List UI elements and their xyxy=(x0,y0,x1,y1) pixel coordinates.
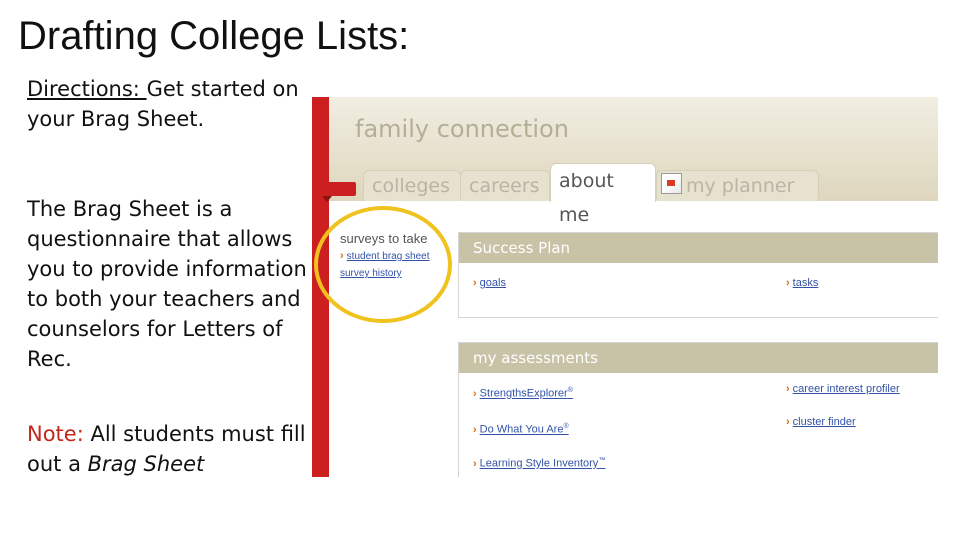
do-what-you-are-label: Do What You Are xyxy=(479,423,564,436)
tab-my-planner-label: my planner xyxy=(686,175,795,197)
tab-colleges[interactable]: colleges xyxy=(363,170,461,201)
app-header: family connection colleges careers about… xyxy=(329,97,938,226)
directions-paragraph: Directions: Get started on your Brag She… xyxy=(27,74,312,134)
career-interest-profiler-link[interactable]: › career interest profiler xyxy=(786,383,900,395)
chevron-right-icon: › xyxy=(473,387,477,400)
family-connection-screenshot: family connection colleges careers about… xyxy=(312,97,938,477)
cluster-finder-label: cluster finder xyxy=(792,416,856,428)
directions-label: Directions: xyxy=(27,77,147,101)
success-plan-title: Success Plan xyxy=(459,233,938,263)
tasks-link[interactable]: › tasks xyxy=(786,277,818,289)
cluster-finder-link[interactable]: › cluster finder xyxy=(786,416,856,428)
slide-title: Drafting College Lists: xyxy=(18,14,410,58)
strengths-explorer-label: StrengthsExplorer xyxy=(479,387,568,400)
assessments-panel: my assessments › StrengthsExplorer® › care… xyxy=(458,342,938,477)
chevron-right-icon: › xyxy=(473,423,477,436)
chevron-right-icon: › xyxy=(473,277,477,289)
highlight-circle xyxy=(314,206,452,323)
chevron-right-icon: › xyxy=(786,277,790,289)
registered-mark: ® xyxy=(563,423,569,430)
chevron-right-icon: › xyxy=(786,383,790,395)
learning-style-inventory-label: Learning Style Inventory xyxy=(479,457,599,470)
trademark-mark: ™ xyxy=(598,457,606,464)
learning-style-inventory-link[interactable]: › Learning Style Inventory™ xyxy=(473,457,605,470)
do-what-you-are-link[interactable]: › Do What You Are® xyxy=(473,423,569,436)
brand-logo: family connection xyxy=(355,115,569,143)
chevron-right-icon: › xyxy=(473,457,477,470)
registered-mark: ® xyxy=(567,387,573,394)
side-accent-flag xyxy=(318,182,356,202)
chevron-right-icon: › xyxy=(786,416,790,428)
brag-sheet-description: The Brag Sheet is a questionnaire that a… xyxy=(27,197,307,371)
goals-link[interactable]: › goals xyxy=(473,277,506,289)
note-paragraph: Note: All students must fill out a Brag … xyxy=(27,419,312,479)
career-interest-profiler-label: career interest profiler xyxy=(792,383,900,395)
note-label: Note: xyxy=(27,422,91,446)
tab-my-planner[interactable]: my planner xyxy=(656,170,819,201)
instructions-column: Directions: Get started on your Brag She… xyxy=(27,74,312,479)
success-plan-panel: Success Plan › goals › tasks xyxy=(458,232,938,318)
goals-label: goals xyxy=(479,277,506,289)
strengths-explorer-link[interactable]: › StrengthsExplorer® xyxy=(473,387,573,400)
assessments-title: my assessments xyxy=(459,343,938,373)
tab-about-me[interactable]: about me xyxy=(550,163,656,226)
note-emphasis: Brag Sheet xyxy=(87,452,205,476)
tasks-label: tasks xyxy=(792,277,819,289)
planner-icon xyxy=(661,173,682,194)
tab-careers[interactable]: careers xyxy=(460,170,550,201)
